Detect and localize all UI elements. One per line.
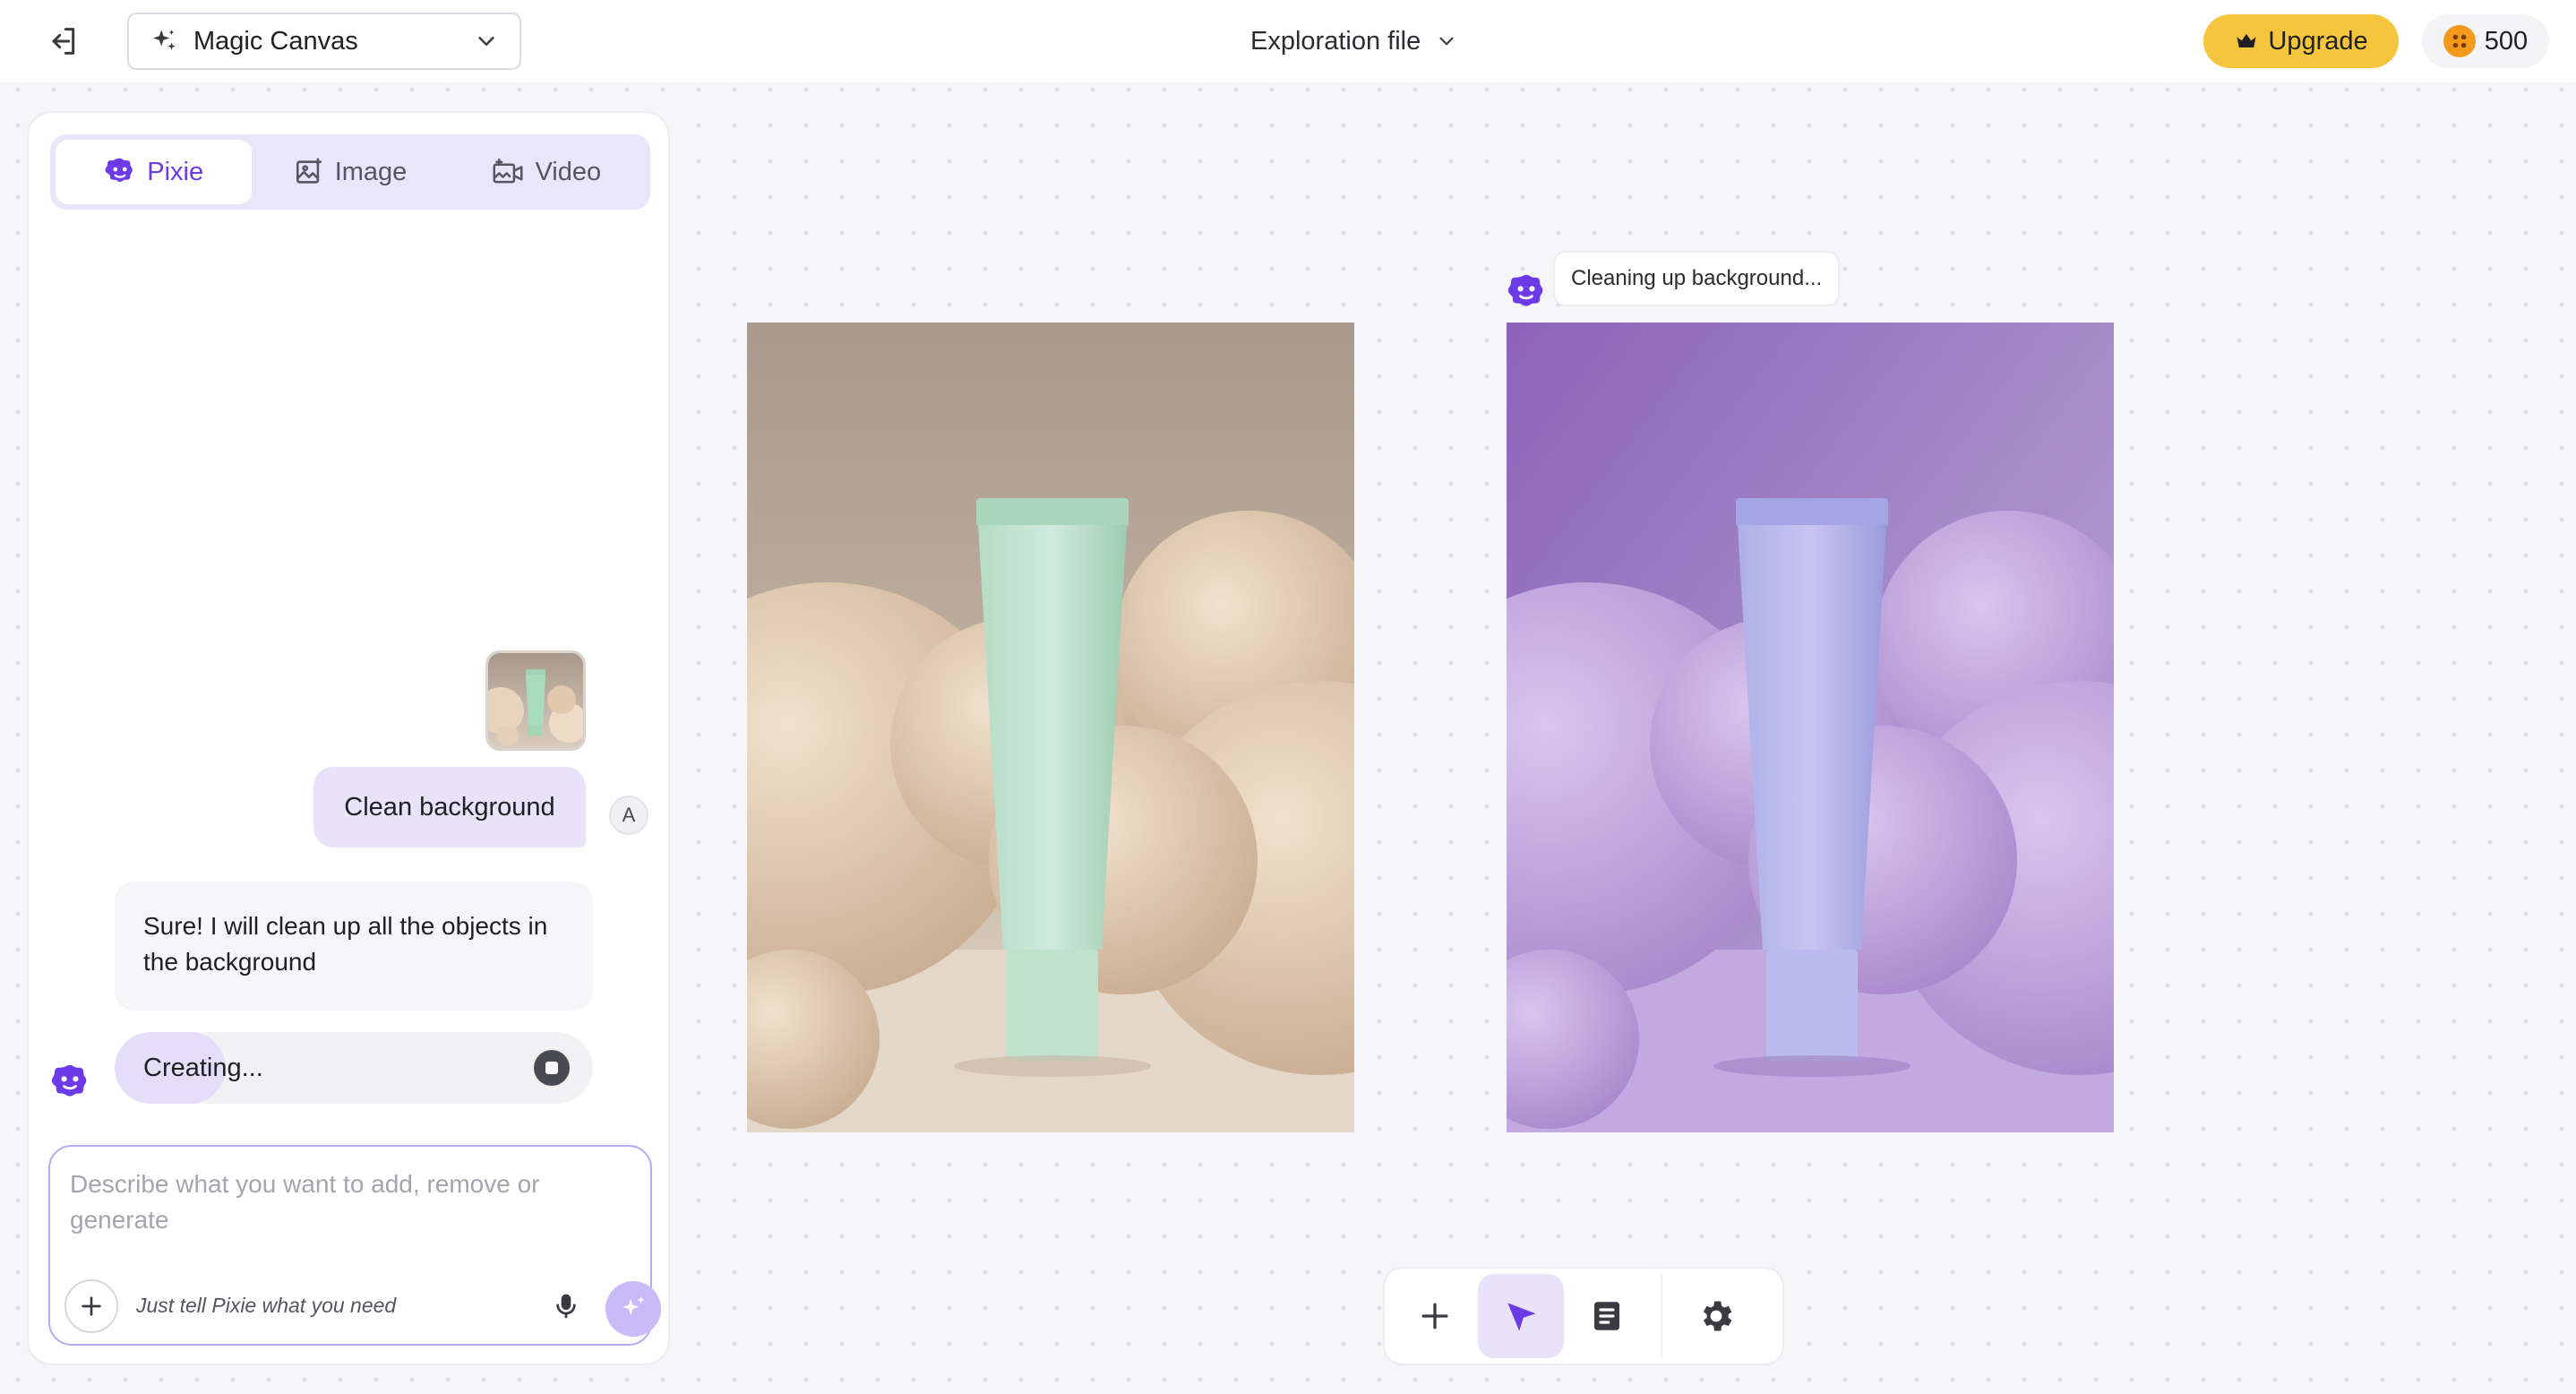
settings-button[interactable] [1673,1274,1759,1358]
mode-dropdown[interactable]: Magic Canvas [127,13,521,70]
tab-image[interactable]: Image [252,140,448,204]
stop-icon [545,1062,558,1074]
tab-video[interactable]: Video [449,140,645,204]
plus-icon [82,1296,101,1316]
generate-button[interactable] [605,1281,661,1337]
tab-pixie[interactable]: Pixie [56,140,253,204]
product-photo-original [747,323,1354,1132]
user-message: Clean background [313,767,586,848]
add-attachment-button[interactable] [64,1279,118,1333]
assistant-panel: Pixie Image Video Clean background A Sur… [27,111,670,1365]
pixie-avatar-icon [50,1063,90,1106]
creating-status: Creating... [115,1032,593,1104]
gear-icon [1703,1301,1732,1331]
stop-button[interactable] [534,1050,570,1086]
video-icon [494,158,523,184]
microphone-icon [556,1294,576,1319]
prompt-input[interactable] [70,1166,625,1256]
add-tool-button[interactable] [1392,1274,1478,1358]
tab-image-label: Image [334,157,408,186]
assistant-message: Sure! I will clean up all the objects in… [115,882,593,1011]
canvas-status-text: Cleaning up background... [1571,266,1823,290]
exit-icon [52,28,75,55]
edited-image[interactable] [1507,323,2114,1132]
attachment-thumbnail[interactable] [485,650,586,751]
sparkle-icon [622,1295,645,1316]
canvas-toolbar [1383,1267,1784,1365]
original-image[interactable] [747,323,1354,1132]
microphone-button[interactable] [545,1283,588,1329]
pixie-icon [105,158,133,182]
user-avatar: A [609,796,648,835]
tab-pixie-label: Pixie [147,157,204,186]
chevron-down-icon [478,37,494,46]
prompt-composer: Just tell Pixie what you need [48,1145,661,1346]
sparkle-icon [152,30,176,50]
panel-tabs: Pixie Image Video [50,134,650,210]
top-bar: Magic Canvas Exploration file Upgrade 50… [0,0,2576,82]
user-message-text: Clean background [344,792,555,822]
upgrade-button[interactable]: Upgrade [2203,14,2399,68]
cursor-arrow-icon [1507,1303,1536,1331]
toolbar-divider [1661,1274,1662,1358]
tab-video-label: Video [535,157,602,186]
credits-badge: 500 [2422,14,2549,68]
canvas-status-bubble: Cleaning up background... [1553,251,1841,306]
pixie-avatar-icon [1507,272,1546,316]
exit-button[interactable] [38,18,88,65]
composer-hint: Just tell Pixie what you need [136,1294,397,1317]
product-photo-edited [1507,323,2114,1132]
plus-icon [1421,1303,1448,1329]
creating-status-text: Creating... [143,1053,263,1082]
document-icon [1594,1302,1619,1330]
coin-icon [2443,25,2476,57]
credits-count: 500 [2484,26,2529,56]
select-tool-button[interactable] [1478,1274,1564,1358]
notes-tool-button[interactable] [1564,1274,1650,1358]
file-title: Exploration file [1250,26,1421,56]
app: Magic Canvas Exploration file Upgrade 50… [0,0,2576,1394]
upgrade-label: Upgrade [2268,26,2368,56]
mode-label: Magic Canvas [193,26,358,56]
chevron-down-icon [1439,37,1454,46]
assistant-message-text: Sure! I will clean up all the objects in… [143,912,548,976]
image-icon [296,158,322,184]
crown-icon [2237,33,2256,47]
product-thumbnail-image [488,653,583,748]
file-title-dropdown[interactable]: Exploration file [1250,18,1458,65]
